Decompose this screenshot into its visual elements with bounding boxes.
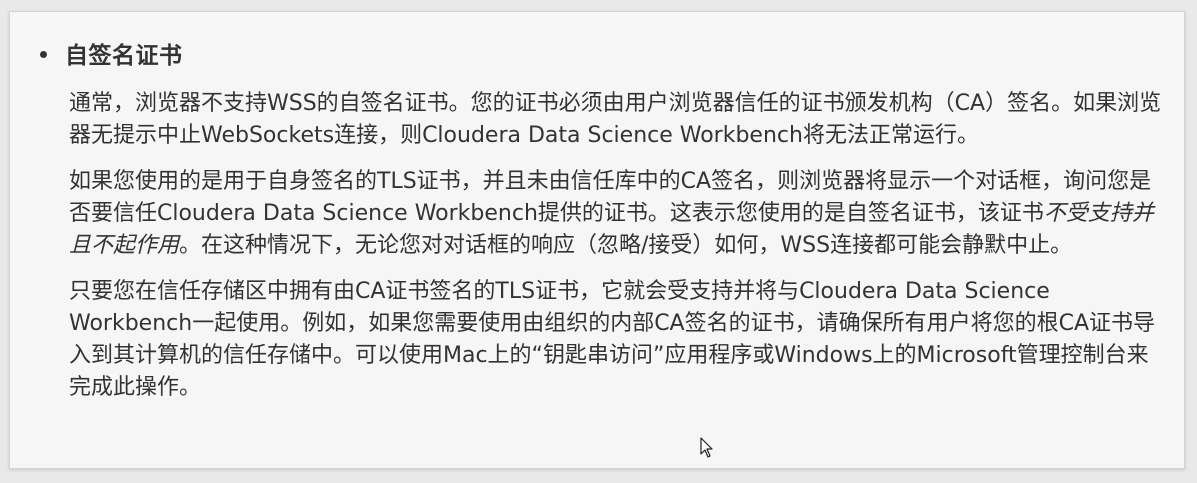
paragraph-2-text-before: 如果您使用的是用于自身签名的TLS证书，并且未由信任库中的CA签名，则浏览器将显… xyxy=(69,169,1152,226)
paragraph-3: 只要您在信任存储区中拥有由CA证书签名的TLS证书，它就会受支持并将与Cloud… xyxy=(69,279,1156,400)
paragraph-1: 通常，浏览器不支持WSS的自签名证书。您的证书必须由用户浏览器信任的证书颁发机构… xyxy=(69,91,1162,148)
section-heading: 自签名证书 xyxy=(65,43,183,69)
section-heading-row: 自签名证书 xyxy=(40,36,183,70)
mouse-pointer-icon xyxy=(700,437,713,458)
paragraph-2-text-after: 。在这种情况下，无论您对对话框的响应（忽略/接受）如何，WSS连接都可能会静默中… xyxy=(179,233,1073,258)
paragraph-2: 如果您使用的是用于自身签名的TLS证书，并且未由信任库中的CA签名，则浏览器将显… xyxy=(69,166,1169,262)
section-body: 通常，浏览器不支持WSS的自签名证书。您的证书必须由用户浏览器信任的证书颁发机构… xyxy=(69,88,1169,418)
bullet-icon xyxy=(40,50,47,58)
content-panel: 自签名证书 通常，浏览器不支持WSS的自签名证书。您的证书必须由用户浏览器信任的… xyxy=(9,11,1185,469)
page-frame: 自签名证书 通常，浏览器不支持WSS的自签名证书。您的证书必须由用户浏览器信任的… xyxy=(0,0,1197,483)
